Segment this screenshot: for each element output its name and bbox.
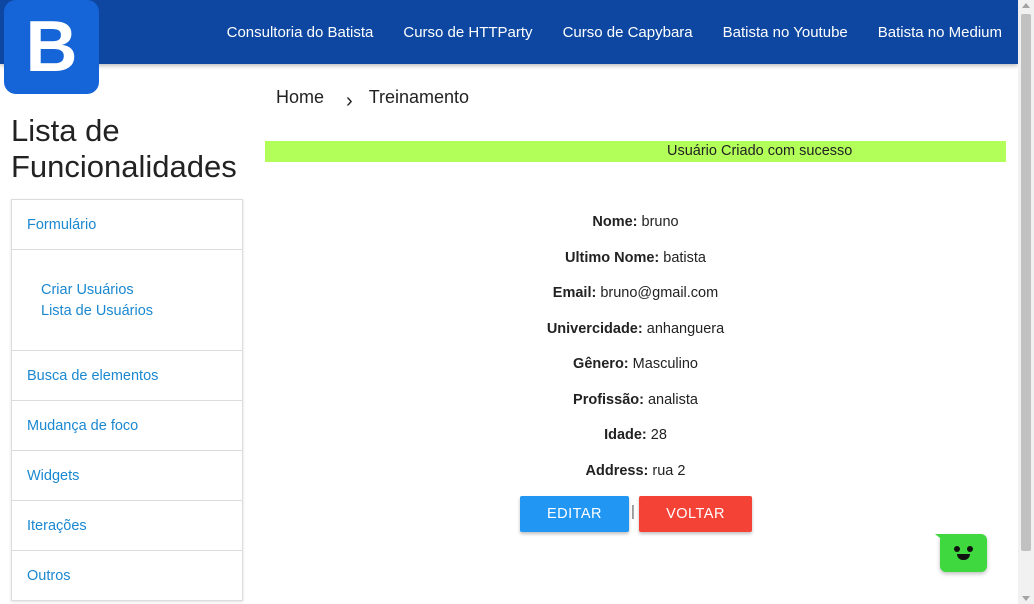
detail-row-address: Address: rua 2 <box>265 460 1006 496</box>
button-separator: | <box>631 503 635 520</box>
sidebar-item-widgets[interactable]: Widgets <box>12 451 242 501</box>
detail-label: Address: <box>585 462 649 479</box>
logo-letter: B <box>25 7 78 87</box>
breadcrumb-home[interactable]: Home <box>276 87 324 108</box>
sidebar-title: Lista de Funcionalidades <box>11 113 261 185</box>
detail-row-idade: Idade: 28 <box>265 424 1006 460</box>
chat-bubble-tail <box>935 534 945 542</box>
scroll-down-icon[interactable] <box>1022 596 1030 601</box>
detail-value: Masculino <box>632 356 698 372</box>
sidebar-subitem-lista-usuarios[interactable]: Lista de Usuários <box>41 301 242 322</box>
user-details: Nome: bruno Ultimo Nome: batista Email: … <box>265 211 1006 495</box>
chat-eye-right <box>967 546 973 552</box>
breadcrumb: Home › Treinamento <box>276 86 470 112</box>
detail-row-profissao: Profissão: analista <box>265 389 1006 425</box>
detail-value: 28 <box>650 427 667 443</box>
nav-link-httparty[interactable]: Curso de HTTParty <box>403 24 532 41</box>
detail-value: analista <box>647 391 698 408</box>
back-button[interactable]: VOLTAR <box>639 496 752 532</box>
sidebar-submenu-formulario: Criar Usuários Lista de Usuários <box>12 250 242 351</box>
scroll-up-icon[interactable] <box>1022 3 1030 8</box>
detail-row-ultimo-nome: Ultimo Nome: batista <box>265 247 1006 283</box>
detail-row-email: Email: bruno@gmail.com <box>265 282 1006 318</box>
sidebar-item-formulario[interactable]: Formulário <box>12 200 242 250</box>
success-alert-text: Usuário Criado com sucesso <box>667 143 853 159</box>
detail-row-genero: Gênero: Masculino <box>265 353 1006 389</box>
page-scrollbar[interactable] <box>1018 0 1034 604</box>
sidebar-title-line1: Lista de <box>11 113 120 148</box>
chat-eye-left <box>954 546 960 552</box>
detail-row-universidade: Univercidade: anhanguera <box>265 318 1006 354</box>
detail-value: bruno <box>641 214 679 230</box>
chevron-right-icon: › <box>346 90 353 112</box>
detail-label: Gênero: <box>573 356 629 372</box>
smiley-chat-icon[interactable] <box>935 534 987 572</box>
detail-label: Idade: <box>604 427 647 443</box>
detail-label: Ultimo Nome: <box>564 249 660 266</box>
chat-mouth <box>957 554 970 560</box>
sidebar-menu: Formulário Criar Usuários Lista de Usuár… <box>11 199 243 601</box>
edit-button[interactable]: EDITAR <box>520 496 629 532</box>
sidebar-subitem-criar-usuarios[interactable]: Criar Usuários <box>41 280 242 301</box>
sidebar-item-iteracoes[interactable]: Iterações <box>12 501 242 551</box>
nav-link-youtube[interactable]: Batista no Youtube <box>723 24 848 41</box>
sidebar-item-outros[interactable]: Outros <box>12 551 242 601</box>
detail-value: rua 2 <box>652 462 686 479</box>
detail-value: anhanguera <box>646 320 725 337</box>
detail-value: batista <box>663 249 706 266</box>
nav-link-consultoria[interactable]: Consultoria do Batista <box>227 24 374 41</box>
top-navbar: Consultoria do Batista Curso de HTTParty… <box>0 0 1018 64</box>
scroll-thumb[interactable] <box>1021 14 1031 551</box>
logo[interactable]: B <box>4 0 99 94</box>
sidebar-item-busca[interactable]: Busca de elementos <box>12 351 242 401</box>
success-alert: Usuário Criado com sucesso <box>265 141 1006 162</box>
sidebar-item-foco[interactable]: Mudança de foco <box>12 401 242 451</box>
detail-row-nome: Nome: bruno <box>265 211 1006 247</box>
breadcrumb-current: Treinamento <box>368 87 470 107</box>
nav-link-capybara[interactable]: Curso de Capybara <box>563 24 693 41</box>
detail-label: Univercidade: <box>546 320 643 337</box>
nav-link-medium[interactable]: Batista no Medium <box>878 24 1002 41</box>
detail-label: Email: <box>552 285 597 301</box>
detail-label: Nome: <box>592 214 638 230</box>
detail-label: Profissão: <box>573 391 644 408</box>
nav-links: Consultoria do Batista Curso de HTTParty… <box>197 0 1002 64</box>
sidebar-title-line2: Funcionalidades <box>11 149 237 184</box>
detail-value: bruno@gmail.com <box>600 285 719 301</box>
